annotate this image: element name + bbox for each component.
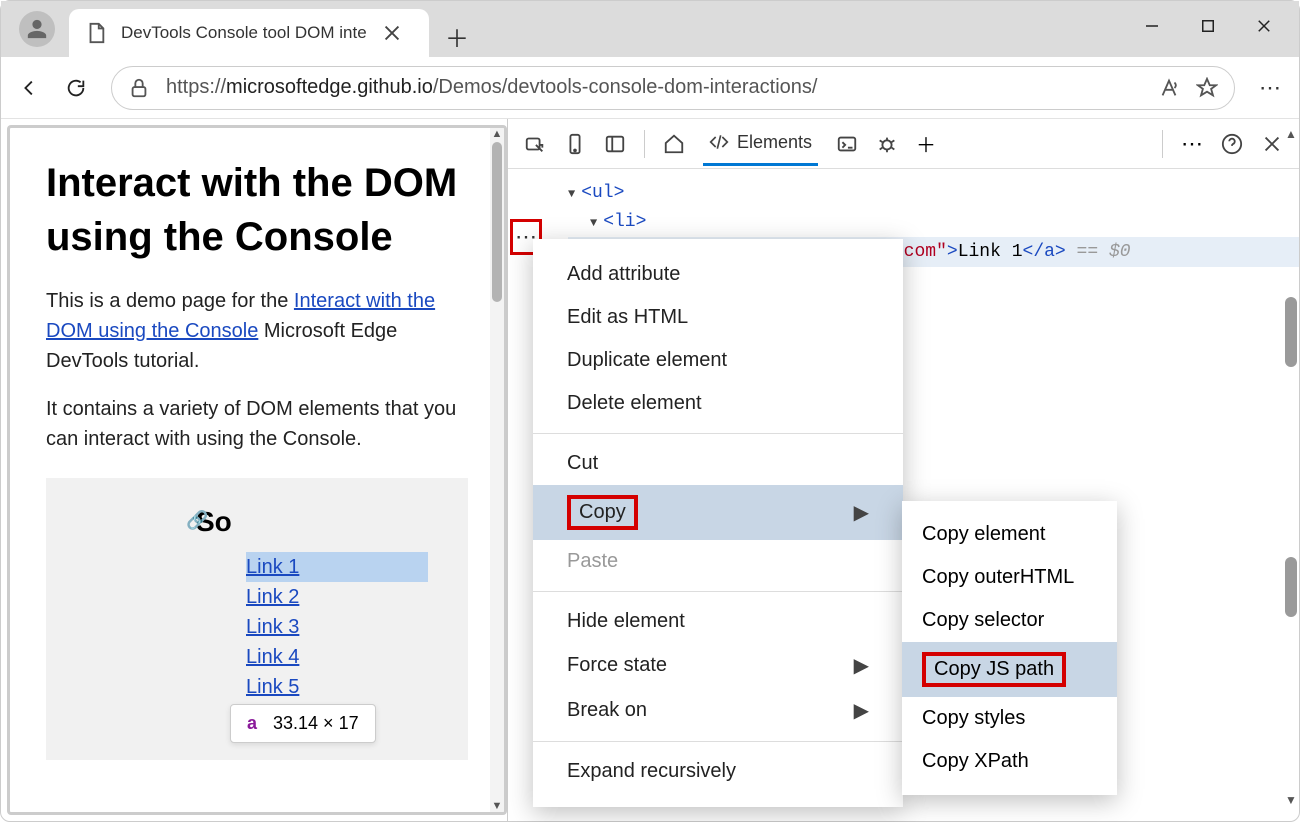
document-icon	[85, 22, 107, 44]
address-bar[interactable]: https://microsoftedge.github.io/Demos/de…	[111, 66, 1235, 110]
page-scrollbar[interactable]: ▲ ▼	[490, 128, 504, 812]
submenu-arrow-icon: ▶	[854, 500, 869, 525]
inspect-icon[interactable]	[524, 133, 546, 155]
tab-elements[interactable]: Elements	[703, 122, 818, 166]
close-tab-icon[interactable]	[381, 22, 403, 44]
list-item[interactable]: Link 3	[246, 612, 428, 642]
tab-title: DevTools Console tool DOM inte	[121, 23, 367, 43]
intro-paragraph: This is a demo page for the Interact wit…	[46, 286, 468, 376]
elements-context-menu: Add attribute Edit as HTML Duplicate ele…	[533, 239, 903, 807]
devtools-panel: Elements ＋ ⋯ <ul> <li> <a href="https://…	[507, 119, 1299, 821]
menu-force-state[interactable]: Force state▶	[533, 643, 903, 688]
menu-duplicate[interactable]: Duplicate element	[533, 339, 903, 382]
dock-icon[interactable]	[604, 133, 626, 155]
favorite-icon[interactable]	[1196, 77, 1218, 99]
window-titlebar: DevTools Console tool DOM inte ＋	[1, 1, 1299, 57]
person-icon	[26, 18, 48, 40]
url-text: https://microsoftedge.github.io/Demos/de…	[166, 76, 1142, 99]
lock-icon	[128, 77, 150, 99]
close-devtools-button[interactable]	[1261, 133, 1283, 155]
submenu-copy-styles[interactable]: Copy styles	[902, 697, 1117, 740]
submenu-copy-outerhtml[interactable]: Copy outerHTML	[902, 556, 1117, 599]
back-button[interactable]	[19, 77, 41, 99]
close-window-button[interactable]	[1255, 17, 1273, 40]
console-icon[interactable]	[836, 133, 858, 155]
copy-submenu: Copy element Copy outerHTML Copy selecto…	[902, 501, 1117, 795]
list-item[interactable]: Link 1	[246, 552, 428, 582]
browser-tab[interactable]: DevTools Console tool DOM inte	[69, 9, 429, 57]
page-heading: Interact with the DOM using the Console	[46, 156, 468, 264]
menu-edit-html[interactable]: Edit as HTML	[533, 296, 903, 339]
code-icon	[709, 132, 729, 152]
read-aloud-icon[interactable]	[1158, 77, 1180, 99]
menu-delete[interactable]: Delete element	[533, 382, 903, 425]
toolbar: https://microsoftedge.github.io/Demos/de…	[1, 57, 1299, 119]
device-icon[interactable]	[564, 133, 586, 155]
list-item[interactable]: Link 4	[246, 642, 428, 672]
bug-icon[interactable]	[876, 133, 898, 155]
submenu-copy-element[interactable]: Copy element	[902, 513, 1117, 556]
profile-avatar[interactable]	[19, 11, 55, 47]
new-tab-button[interactable]: ＋	[445, 19, 469, 54]
menu-copy[interactable]: Copy ▶	[533, 485, 903, 540]
minimize-button[interactable]	[1143, 17, 1161, 40]
description-paragraph: It contains a variety of DOM elements th…	[46, 394, 468, 454]
add-tab-button[interactable]: ＋	[916, 129, 936, 158]
submenu-copy-selector[interactable]: Copy selector	[902, 599, 1117, 642]
home-icon[interactable]	[663, 133, 685, 155]
list-item[interactable]: Link 2	[246, 582, 428, 612]
anchor-icon: 🔗	[186, 510, 208, 531]
menu-paste: Paste	[533, 540, 903, 583]
submenu-copy-jspath[interactable]: Copy JS path	[902, 642, 1117, 697]
help-icon[interactable]	[1221, 133, 1243, 155]
page-viewport: Interact with the DOM using the Console …	[7, 125, 507, 815]
menu-break-on[interactable]: Break on▶	[533, 688, 903, 733]
more-tools-button[interactable]: ⋯	[1181, 131, 1203, 157]
devtools-tabstrip: Elements ＋ ⋯	[508, 119, 1299, 169]
devtools-scrollbar[interactable]: ▲ ▼	[1285, 127, 1297, 807]
menu-hide[interactable]: Hide element	[533, 600, 903, 643]
maximize-button[interactable]	[1199, 17, 1217, 40]
submenu-copy-xpath[interactable]: Copy XPath	[902, 740, 1117, 783]
menu-cut[interactable]: Cut	[533, 442, 903, 485]
dimension-tooltip: a 33.14 × 17	[230, 704, 376, 743]
list-item[interactable]: Link 5	[246, 672, 428, 702]
menu-add-attribute[interactable]: Add attribute	[533, 253, 903, 296]
refresh-button[interactable]	[65, 77, 87, 99]
section-heading: So	[196, 506, 428, 538]
settings-menu-button[interactable]: ⋯	[1259, 75, 1281, 101]
menu-expand[interactable]: Expand recursively	[533, 750, 903, 793]
